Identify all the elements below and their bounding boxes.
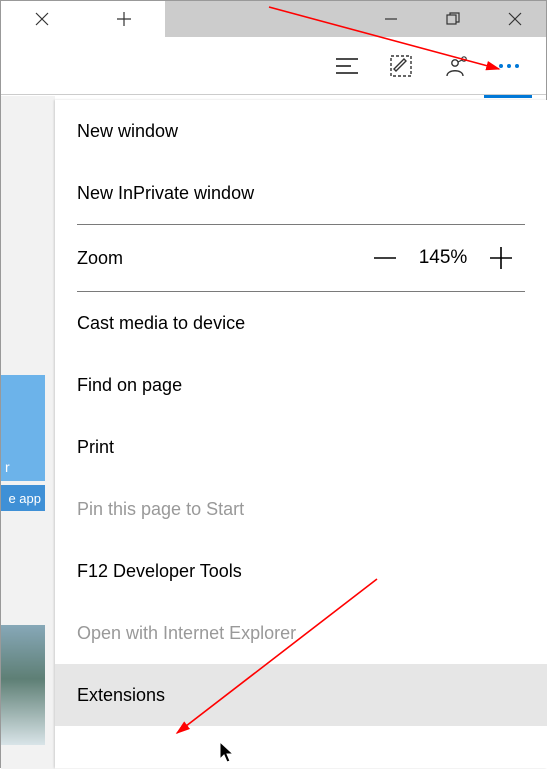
close-icon — [35, 12, 49, 26]
window-controls — [360, 1, 546, 37]
menu-label: Extensions — [77, 685, 165, 706]
menu-label: Pin this page to Start — [77, 499, 244, 520]
menu-devtools[interactable]: F12 Developer Tools — [55, 540, 547, 602]
toolbar — [1, 37, 546, 95]
minimize-button[interactable] — [360, 1, 422, 37]
partial-tile-footer: e app — [1, 485, 45, 511]
maximize-button[interactable] — [422, 1, 484, 37]
minimize-icon — [384, 12, 398, 26]
more-icon — [497, 62, 521, 70]
share-button[interactable] — [428, 39, 482, 93]
maximize-icon — [446, 12, 460, 26]
tile-text: r — [5, 459, 41, 475]
close-icon — [508, 12, 522, 26]
menu-label: Print — [77, 437, 114, 458]
menu-new-window[interactable]: New window — [55, 100, 547, 162]
menu-label: Cast media to device — [77, 313, 245, 334]
plus-icon — [490, 247, 512, 269]
minus-icon — [374, 256, 396, 260]
zoom-label: Zoom — [77, 248, 123, 269]
tile-footer-text: e app — [8, 491, 41, 506]
zoom-value: 145% — [409, 247, 477, 269]
webnote-icon — [389, 54, 413, 78]
zoom-out-button[interactable] — [361, 256, 409, 260]
zoom-in-button[interactable] — [477, 247, 525, 269]
menu-zoom: Zoom 145% — [55, 225, 547, 291]
menu-pin-to-start: Pin this page to Start — [55, 478, 547, 540]
tab-region — [1, 1, 165, 37]
menu-label: F12 Developer Tools — [77, 561, 242, 582]
active-indicator — [484, 95, 532, 98]
menu-label: Find on page — [77, 375, 182, 396]
menu-label: New InPrivate window — [77, 183, 254, 204]
menu-label: New window — [77, 121, 178, 142]
plus-icon — [116, 11, 132, 27]
more-button[interactable] — [482, 39, 536, 93]
titlebar — [1, 1, 546, 37]
share-icon — [443, 54, 467, 78]
menu-print[interactable]: Print — [55, 416, 547, 478]
hub-button[interactable] — [320, 39, 374, 93]
partial-tile: r — [1, 375, 45, 481]
new-tab-button[interactable] — [83, 1, 165, 37]
menu-open-ie: Open with Internet Explorer — [55, 602, 547, 664]
menu-cast[interactable]: Cast media to device — [55, 292, 547, 354]
partial-photo — [1, 625, 45, 745]
more-menu: New window New InPrivate window Zoom 145… — [55, 100, 547, 768]
close-window-button[interactable] — [484, 1, 546, 37]
menu-extensions[interactable]: Extensions — [55, 664, 547, 726]
hub-icon — [336, 57, 358, 75]
webnote-button[interactable] — [374, 39, 428, 93]
menu-new-inprivate[interactable]: New InPrivate window — [55, 162, 547, 224]
menu-label: Open with Internet Explorer — [77, 623, 296, 644]
menu-find[interactable]: Find on page — [55, 354, 547, 416]
tab-close-button[interactable] — [1, 1, 83, 37]
